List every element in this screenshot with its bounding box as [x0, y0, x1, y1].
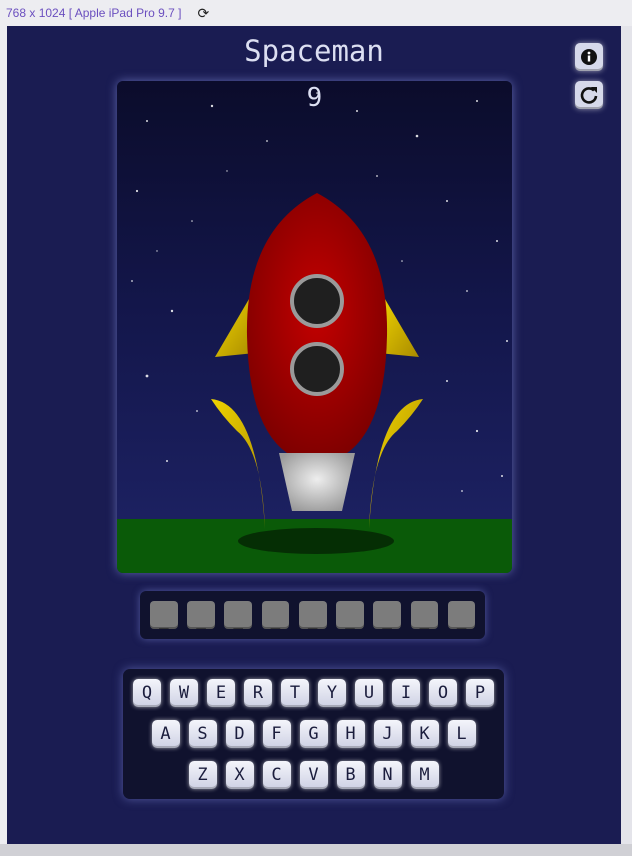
key-y[interactable]: Y [318, 679, 346, 707]
upper-porthole [290, 274, 344, 328]
horizontal-scrollbar[interactable] [0, 844, 632, 856]
key-r[interactable]: R [244, 679, 272, 707]
rotate-icon[interactable]: ⟳ [197, 5, 209, 22]
key-n[interactable]: N [373, 761, 402, 789]
info-circle-icon [581, 49, 597, 65]
app-viewport: Spaceman 9 _ _ _ _ _ _ _ _ _ Q W E R T Y… [7, 26, 621, 844]
lives-counter: 9 [306, 83, 323, 113]
restart-icon [580, 87, 598, 104]
left-lower-fin [211, 399, 265, 529]
game-scene: 9 [117, 81, 512, 573]
letter-slot: _ [187, 601, 215, 629]
page-title: Spaceman [244, 34, 384, 68]
key-u[interactable]: U [355, 679, 383, 707]
key-h[interactable]: H [336, 720, 365, 748]
rocket-shadow [238, 528, 394, 554]
key-t[interactable]: T [281, 679, 309, 707]
vertical-scrollbar[interactable] [621, 26, 632, 844]
keyboard-row-2: A S D F G H J K L [123, 720, 504, 748]
key-c[interactable]: C [262, 761, 291, 789]
rocket-nozzle [279, 453, 355, 511]
key-l[interactable]: L [447, 720, 476, 748]
key-g[interactable]: G [299, 720, 328, 748]
letter-slot: _ [298, 601, 327, 629]
letter-slot: _ [410, 601, 439, 629]
device-toolbar: 768 x 1024 [ Apple iPad Pro 9.7 ] ⟳ [0, 0, 632, 26]
key-x[interactable]: X [225, 761, 254, 789]
key-k[interactable]: K [410, 720, 439, 748]
key-e[interactable]: E [207, 679, 235, 707]
letter-slot: _ [261, 601, 290, 629]
key-v[interactable]: V [299, 761, 328, 789]
letter-slot: _ [150, 601, 178, 629]
restart-button[interactable] [575, 81, 603, 109]
letter-keyboard: Q W E R T Y U I O P A S D F G H J K L Z … [123, 669, 504, 799]
lower-porthole [290, 342, 344, 396]
key-i[interactable]: I [392, 679, 420, 707]
key-p[interactable]: P [466, 679, 494, 707]
key-q[interactable]: Q [133, 679, 161, 707]
info-button[interactable] [575, 43, 603, 71]
letter-slot: _ [373, 601, 401, 629]
key-a[interactable]: A [151, 720, 180, 748]
key-w[interactable]: W [170, 679, 198, 707]
key-f[interactable]: F [262, 720, 291, 748]
key-o[interactable]: O [429, 679, 457, 707]
letter-slot: _ [224, 601, 253, 629]
key-j[interactable]: J [373, 720, 402, 748]
key-b[interactable]: B [336, 761, 365, 789]
key-d[interactable]: D [225, 720, 254, 748]
device-size-label[interactable]: 768 x 1024 [ Apple iPad Pro 9.7 ] [6, 6, 181, 20]
key-m[interactable]: M [410, 761, 439, 789]
key-s[interactable]: S [188, 720, 217, 748]
letter-slot: _ [336, 601, 364, 629]
word-slots: _ _ _ _ _ _ _ _ _ [140, 591, 485, 639]
keyboard-row-3: Z X C V B N M [123, 761, 504, 789]
keyboard-row-1: Q W E R T Y U I O P [123, 679, 504, 707]
letter-slot: _ [447, 601, 476, 629]
right-lower-fin [369, 399, 423, 529]
key-z[interactable]: Z [188, 761, 217, 789]
rocket-illustration [117, 92, 512, 573]
